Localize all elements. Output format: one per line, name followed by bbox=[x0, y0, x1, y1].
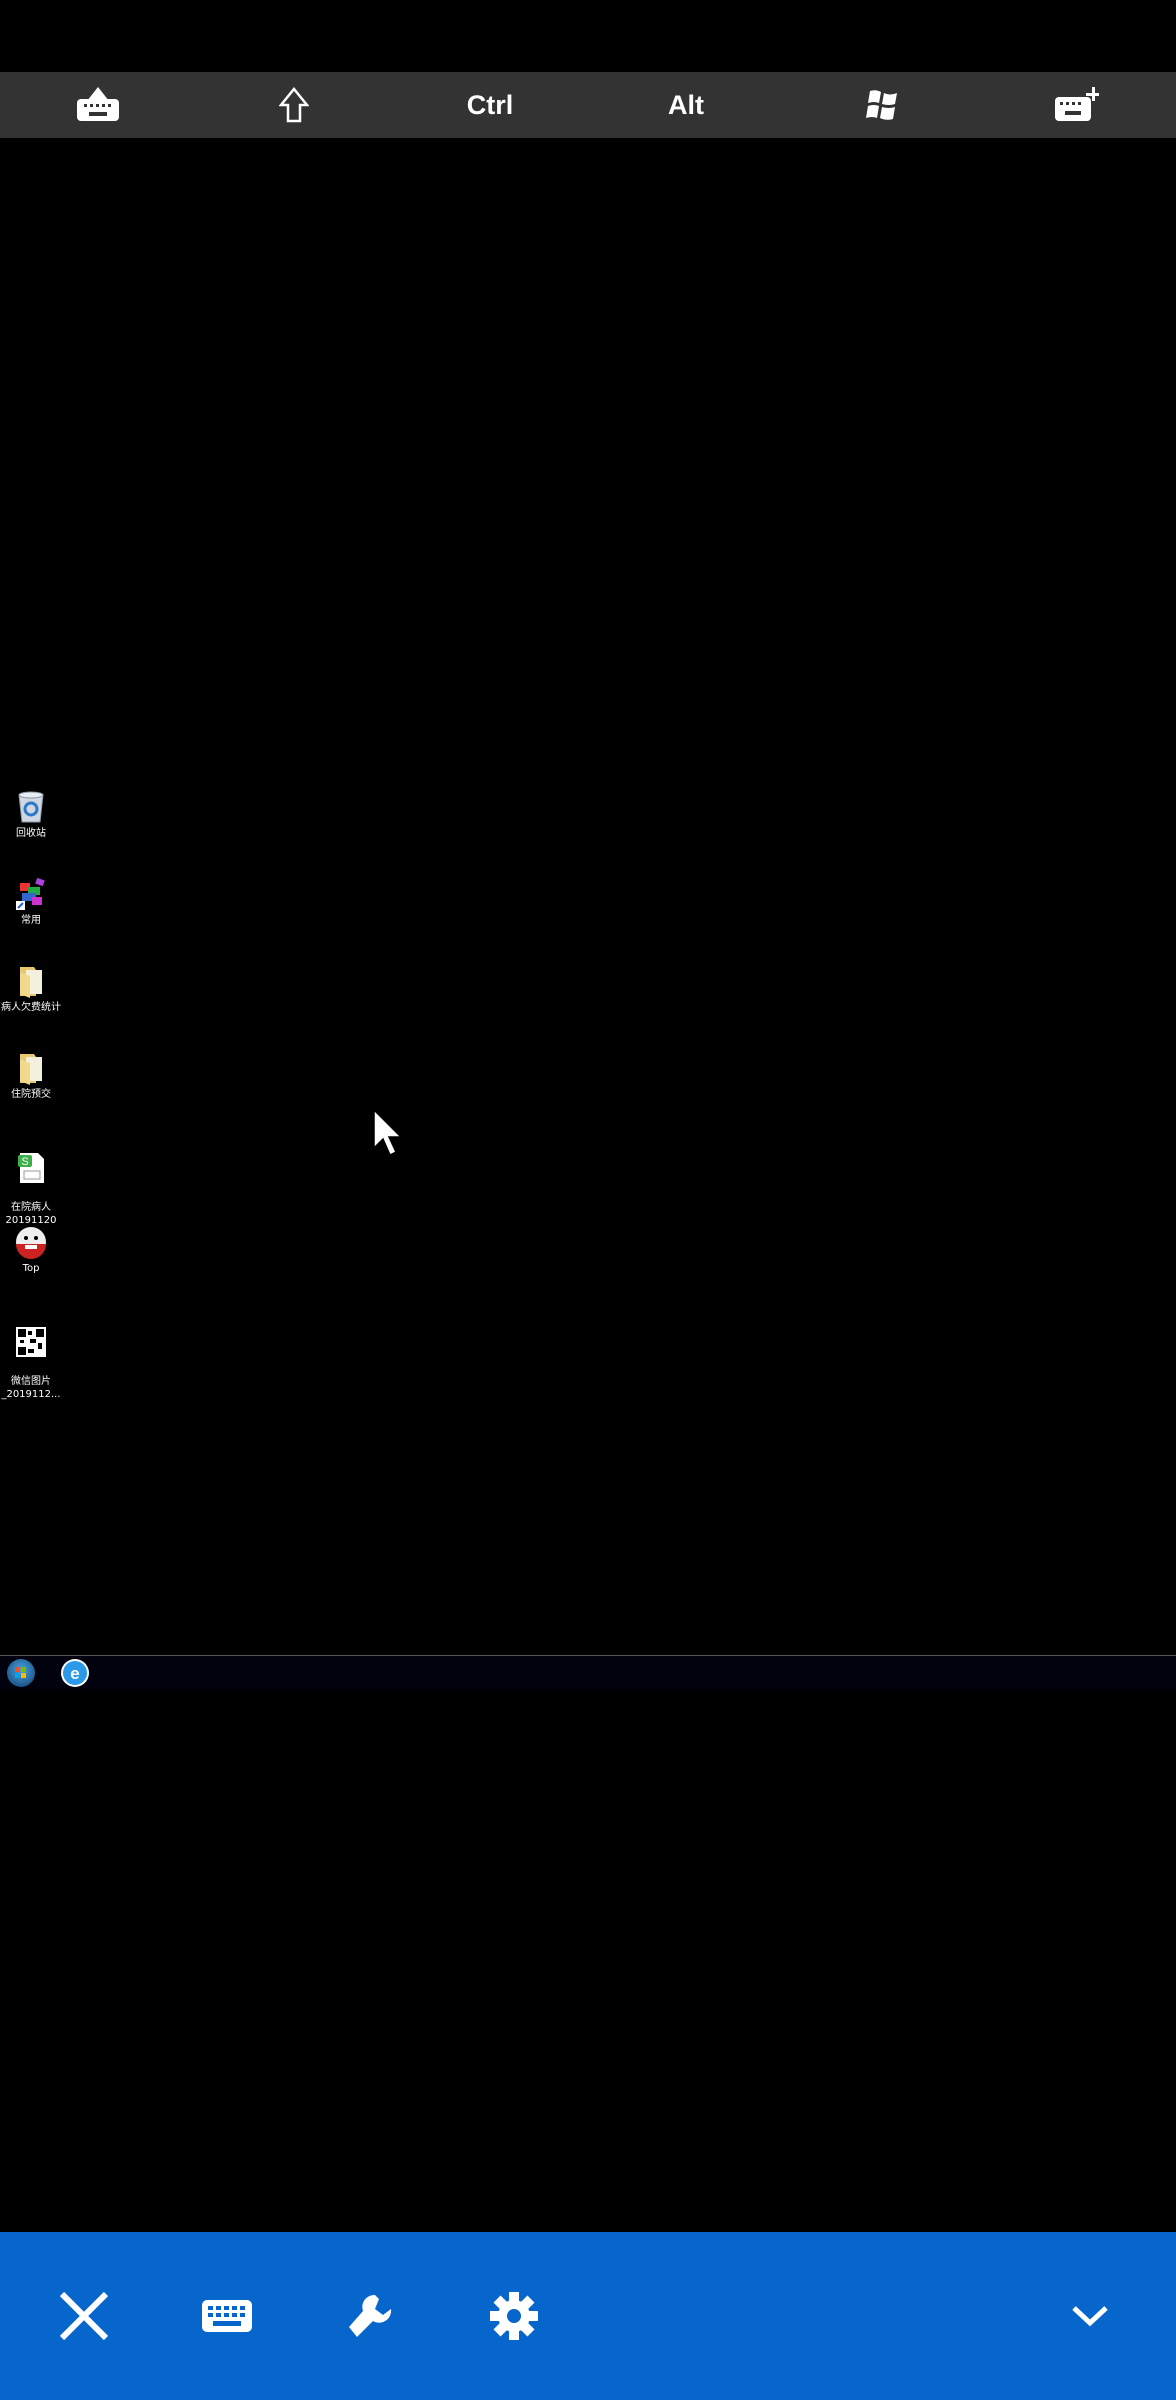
windows-logo-icon bbox=[866, 90, 897, 120]
desktop-icon-recycle-bin[interactable]: 回收站 bbox=[0, 790, 62, 840]
alt-key[interactable]: Alt bbox=[626, 72, 746, 138]
wrench-icon bbox=[349, 2294, 392, 2337]
keyboard-icon bbox=[202, 2300, 252, 2332]
mouse-pointer-icon bbox=[373, 1108, 403, 1157]
tools-button[interactable] bbox=[340, 2286, 400, 2346]
desktop-icon-label: 微信图片 _2019112... bbox=[1, 1376, 61, 1400]
keyboard-button[interactable] bbox=[197, 2286, 257, 2346]
recycle-bin-icon bbox=[14, 790, 48, 824]
hide-keyboard-button[interactable] bbox=[38, 72, 158, 138]
qr-image-icon bbox=[14, 1325, 48, 1359]
desktop-icon-top[interactable]: Top bbox=[0, 1225, 62, 1275]
desktop-icon-wechat-image[interactable]: 微信图片 _2019112... bbox=[0, 1312, 62, 1414]
remote-desktop[interactable]: 回收站 常用 病人欠费统计 住院预交 S 在院病人 20191120 Top 微… bbox=[0, 138, 1176, 1655]
start-orb-icon bbox=[15, 1667, 26, 1678]
folder-icon bbox=[14, 964, 48, 998]
desktop-icon-folder-arrears[interactable]: 病人欠费统计 bbox=[0, 964, 62, 1014]
spreadsheet-icon: S bbox=[14, 1151, 48, 1185]
ctrl-key[interactable]: Ctrl bbox=[430, 72, 550, 138]
collapse-button[interactable] bbox=[1060, 2286, 1120, 2346]
gear-icon bbox=[490, 2292, 538, 2340]
svg-text:S: S bbox=[21, 1156, 28, 1168]
top-app-icon bbox=[14, 1225, 48, 1259]
desktop-icon-label: Top bbox=[22, 1263, 40, 1274]
taskbar: e bbox=[0, 1655, 1176, 1689]
windows-key[interactable] bbox=[822, 72, 942, 138]
settings-button[interactable] bbox=[484, 2286, 544, 2346]
svg-text:e: e bbox=[70, 1664, 79, 1683]
desktop-icon-label: 回收站 bbox=[16, 828, 46, 839]
ie-browser-icon: e bbox=[63, 1661, 87, 1685]
chevron-down-icon bbox=[1072, 2306, 1108, 2327]
keyboard-add-icon bbox=[1055, 87, 1099, 121]
disconnect-button[interactable] bbox=[54, 2286, 114, 2346]
ie-taskbar-button[interactable]: e bbox=[61, 1659, 89, 1687]
app-shortcut-icon bbox=[14, 877, 48, 911]
desktop-icon-label: 常用 bbox=[21, 915, 41, 926]
start-button[interactable] bbox=[7, 1659, 35, 1687]
desktop-icon-common[interactable]: 常用 bbox=[0, 877, 62, 927]
desktop-icon-folder-prepay[interactable]: 住院预交 bbox=[0, 1051, 62, 1101]
keyboard-hide-icon bbox=[77, 87, 119, 121]
extra-keys-button[interactable] bbox=[1016, 72, 1136, 138]
modifier-key-bar: Ctrl Alt bbox=[0, 72, 1176, 138]
desktop-icon-label: 在院病人 20191120 bbox=[5, 1202, 57, 1226]
desktop-icon-label: 住院预交 bbox=[11, 1089, 51, 1100]
bottom-toolbar bbox=[0, 2232, 1176, 2400]
close-icon bbox=[59, 2291, 109, 2341]
desktop-icon-label: 病人欠费统计 bbox=[1, 1002, 61, 1013]
shift-arrow-icon bbox=[279, 87, 309, 123]
shift-key[interactable] bbox=[234, 72, 354, 138]
folder-icon bbox=[14, 1051, 48, 1085]
